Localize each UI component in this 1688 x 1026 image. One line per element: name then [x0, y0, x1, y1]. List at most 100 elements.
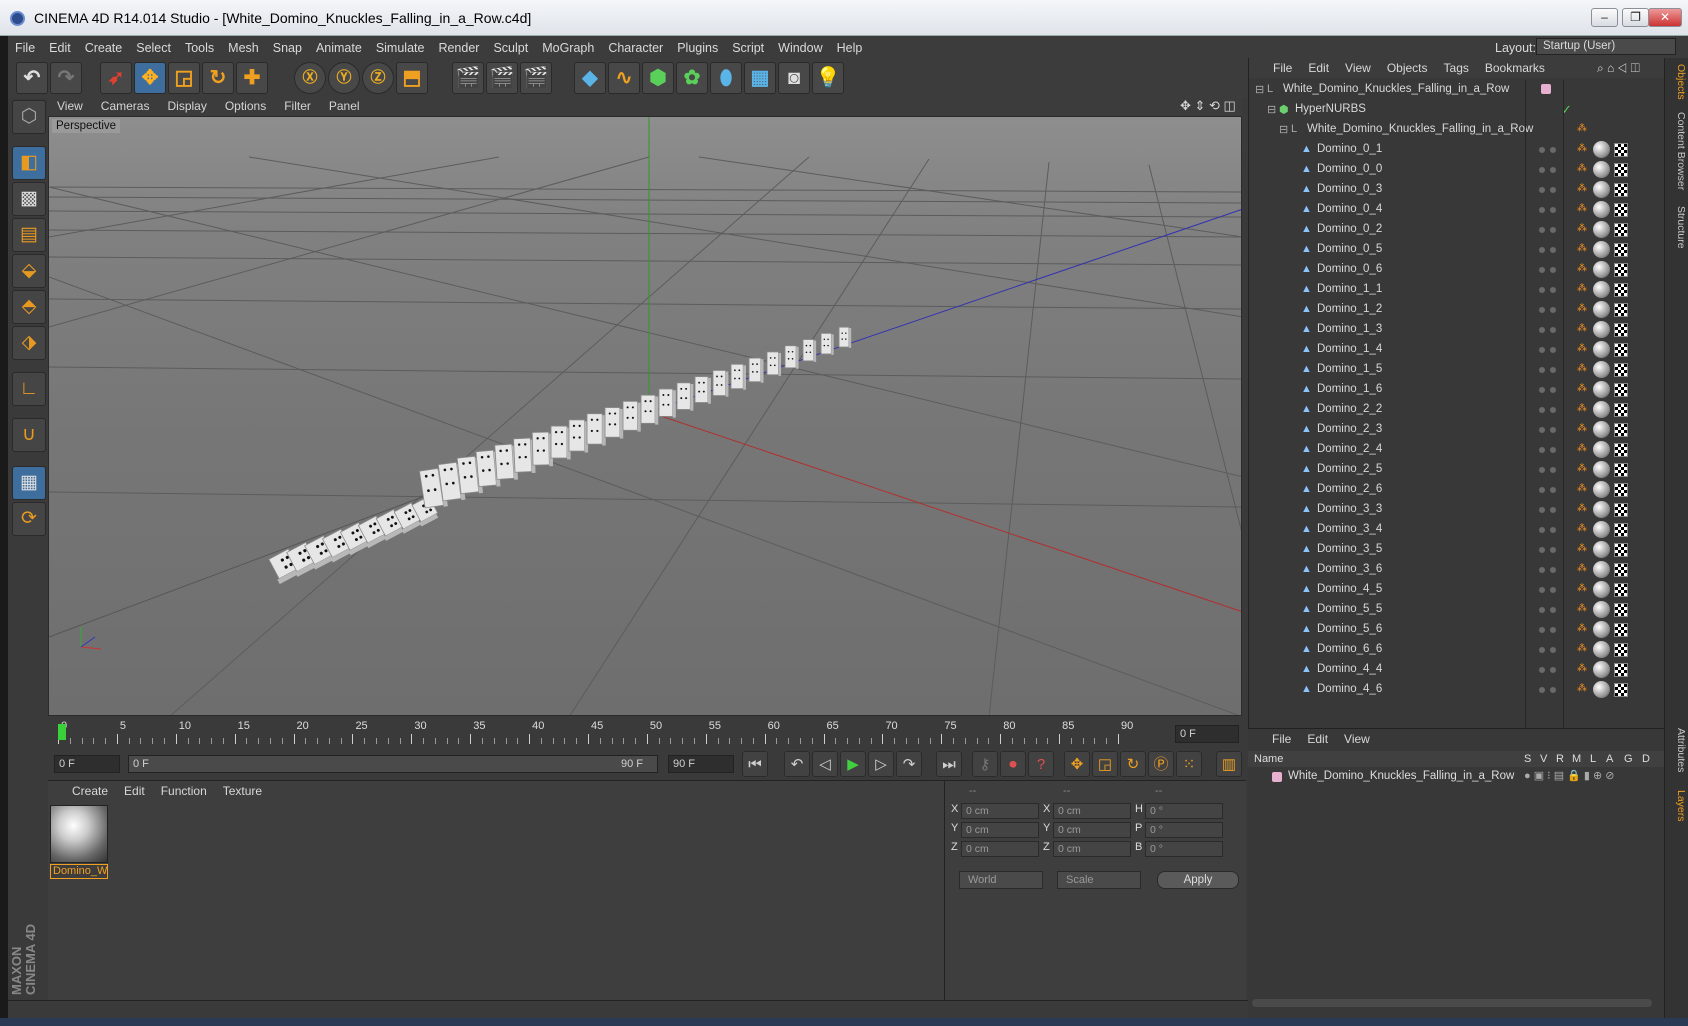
texture-tag-icon[interactable] [1614, 563, 1628, 577]
viewport-menu-panel[interactable]: Panel [320, 96, 369, 113]
next-key-button[interactable]: ↷ [896, 751, 922, 777]
phong-tag-icon[interactable]: ⁂ [1577, 563, 1587, 575]
object-tags[interactable]: ⁂ [1577, 681, 1657, 699]
tree-row-domino[interactable]: ▲ Domino_5_5 ⁂ [1249, 600, 1665, 620]
tab-layers[interactable]: Layers [1667, 790, 1687, 822]
tree-row-domino[interactable]: ▲ Domino_1_6 ⁂ [1249, 380, 1665, 400]
visibility-dots[interactable] [1539, 323, 1569, 337]
render-view-button[interactable]: 🎬 [452, 62, 484, 94]
texture-tag-icon[interactable] [1614, 343, 1628, 357]
phong-tag-icon[interactable]: ⁂ [1577, 543, 1587, 555]
phong-tag-icon[interactable]: ⁂ [1577, 683, 1587, 695]
objects-menu-objects[interactable]: Objects [1379, 58, 1436, 78]
menu-simulate[interactable]: Simulate [369, 36, 432, 55]
material-tag-icon[interactable] [1593, 261, 1610, 278]
layer-color-swatch[interactable] [1272, 772, 1282, 782]
texture-tag-icon[interactable] [1614, 323, 1628, 337]
add-spline-button[interactable]: ∿ [608, 62, 640, 94]
visibility-dots[interactable] [1539, 583, 1569, 597]
tree-row-domino[interactable]: ▲ Domino_0_2 ⁂ [1249, 220, 1665, 240]
tree-row-domino[interactable]: ▲ Domino_2_2 ⁂ [1249, 400, 1665, 420]
viewport-menu-view[interactable]: View [48, 96, 92, 113]
texture-tag-icon[interactable] [1614, 163, 1628, 177]
visibility-dots[interactable] [1539, 283, 1569, 297]
visibility-dots[interactable] [1539, 623, 1569, 637]
scale-key-button[interactable]: ◲ [1092, 751, 1118, 777]
rotation-field[interactable]: 0 ° [1145, 803, 1223, 819]
object-tags[interactable]: ⁂ [1577, 421, 1657, 439]
visibility-dots[interactable] [1539, 523, 1569, 537]
material-tag-icon[interactable] [1593, 421, 1610, 438]
phong-tag-icon[interactable]: ⁂ [1577, 383, 1587, 395]
tree-row-domino[interactable]: ▲ Domino_1_5 ⁂ [1249, 360, 1665, 380]
phong-tag-icon[interactable]: ⁂ [1577, 143, 1587, 155]
material-tag-icon[interactable] [1593, 341, 1610, 358]
playhead[interactable] [58, 724, 66, 740]
visibility-dots[interactable] [1539, 443, 1569, 457]
texture-tag-icon[interactable] [1614, 583, 1628, 597]
phong-tag-icon[interactable]: ⁂ [1577, 643, 1587, 655]
phong-tag-icon[interactable]: ⁂ [1577, 183, 1587, 195]
texture-tag-icon[interactable] [1614, 643, 1628, 657]
texture-tag-icon[interactable] [1614, 223, 1628, 237]
material-tag-icon[interactable] [1593, 161, 1610, 178]
object-tags[interactable]: ⁂ [1577, 401, 1657, 419]
tree-row-root[interactable]: ⊟ L White_Domino_Knuckles_Falling_in_a_R… [1249, 80, 1665, 100]
material-menu-function[interactable]: Function [153, 781, 215, 801]
material-tag-icon[interactable] [1593, 461, 1610, 478]
texture-tag-icon[interactable] [1614, 603, 1628, 617]
close-button[interactable]: ✕ [1648, 8, 1682, 27]
collapse-icon[interactable]: ⊟ [1255, 83, 1267, 96]
visibility-dots[interactable] [1539, 343, 1569, 357]
position-key-button[interactable]: ✥ [1064, 751, 1090, 777]
menu-window[interactable]: Window [771, 36, 829, 55]
tree-row-domino[interactable]: ▲ Domino_0_1 ⁂ [1249, 140, 1665, 160]
object-tags[interactable]: ⁂ [1577, 621, 1657, 639]
object-tags[interactable]: ⁂ [1577, 601, 1657, 619]
viewport-nav-icons[interactable]: ✥ ⇕ ⟲ ◫ [1178, 96, 1238, 116]
texture-tag-icon[interactable] [1614, 383, 1628, 397]
undo-button[interactable]: ↶ [16, 62, 48, 94]
texture-tag-icon[interactable] [1614, 623, 1628, 637]
visibility-dots[interactable] [1539, 303, 1569, 317]
phong-tag-icon[interactable]: ⁂ [1577, 603, 1587, 615]
apply-button[interactable]: Apply [1157, 871, 1239, 889]
next-frame-button[interactable]: ▷ [868, 751, 894, 777]
object-tags[interactable]: ⁂ [1577, 661, 1657, 679]
edges-mode-button[interactable]: ⬘ [12, 290, 46, 324]
menu-select[interactable]: Select [129, 36, 178, 55]
object-tags[interactable]: ⁂ [1577, 301, 1657, 319]
object-tags[interactable]: ⁂ [1577, 641, 1657, 659]
material-tag-icon[interactable] [1593, 581, 1610, 598]
tree-row-domino[interactable]: ▲ Domino_4_6 ⁂ [1249, 680, 1665, 700]
phong-tag-icon[interactable]: ⁂ [1577, 163, 1587, 175]
material-tag-icon[interactable] [1593, 401, 1610, 418]
phong-tag-icon[interactable]: ⁂ [1577, 403, 1587, 415]
planar-workplane-button[interactable]: ⟳ [12, 502, 46, 536]
material-tag-icon[interactable] [1593, 681, 1610, 698]
size-field[interactable]: 0 cm [1053, 803, 1131, 819]
object-tags[interactable]: ⁂ [1577, 321, 1657, 339]
phong-tag-icon[interactable]: ⁂ [1577, 583, 1587, 595]
material-tag-icon[interactable] [1593, 321, 1610, 338]
phong-tag-icon[interactable]: ⁂ [1577, 623, 1587, 635]
texture-tag-icon[interactable] [1614, 483, 1628, 497]
objects-menu-file[interactable]: File [1249, 58, 1300, 78]
rotate-tool-button[interactable]: ↻ [202, 62, 234, 94]
material-tag-icon[interactable] [1593, 641, 1610, 658]
visibility-dots[interactable] [1539, 263, 1569, 277]
model-mode-button[interactable]: ◧ [12, 146, 46, 180]
collapse-icon[interactable]: ⊟ [1267, 103, 1279, 116]
phong-tag-icon[interactable]: ⁂ [1577, 303, 1587, 315]
viewport-menu-cameras[interactable]: Cameras [92, 96, 159, 113]
texture-tag-icon[interactable] [1614, 463, 1628, 477]
tree-row-domino[interactable]: ▲ Domino_0_6 ⁂ [1249, 260, 1665, 280]
texture-tag-icon[interactable] [1614, 403, 1628, 417]
tree-row-hypernurbs[interactable]: ⊟ ⬢ HyperNURBS ✓ [1249, 100, 1665, 120]
position-field[interactable]: 0 cm [961, 841, 1039, 857]
objects-menu-bookmarks[interactable]: Bookmarks [1477, 58, 1553, 78]
lock-workplane-button[interactable]: ▦ [12, 466, 46, 500]
tree-row-domino[interactable]: ▲ Domino_6_6 ⁂ [1249, 640, 1665, 660]
start-frame-field[interactable]: 0 F [54, 755, 120, 773]
material-tag-icon[interactable] [1593, 481, 1610, 498]
